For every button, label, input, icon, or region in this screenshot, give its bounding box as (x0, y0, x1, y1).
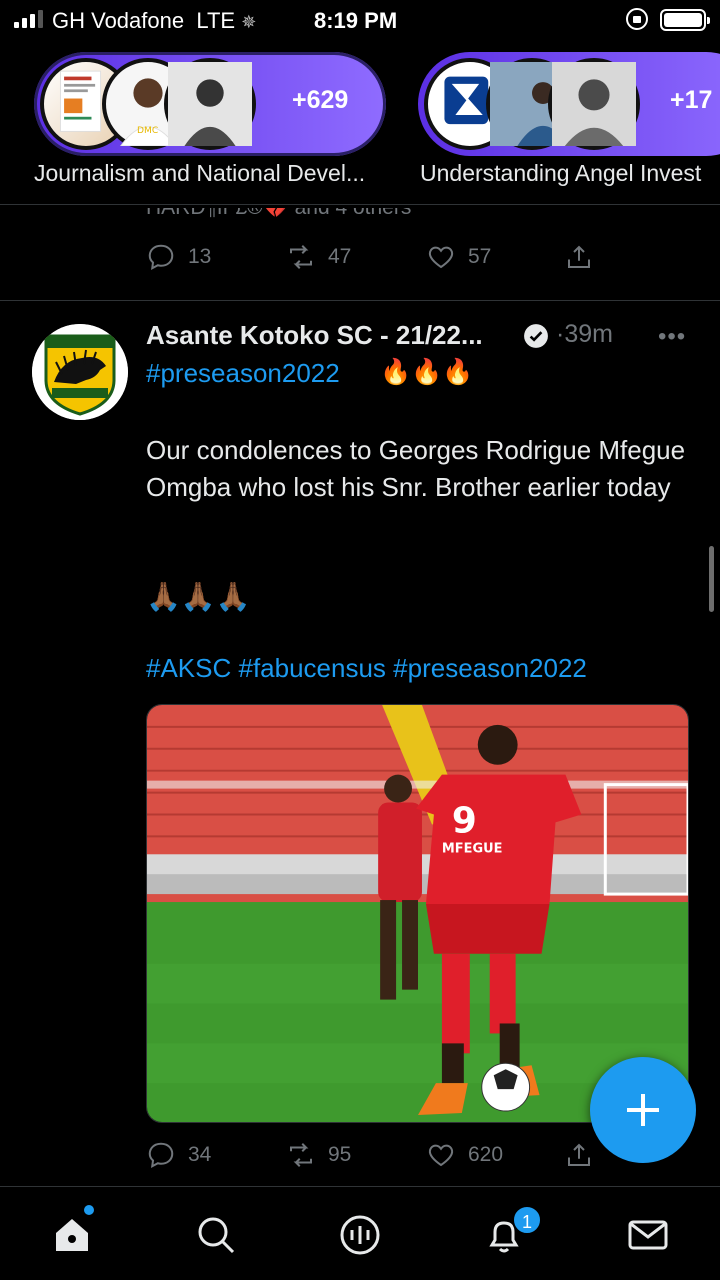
prayer-emojis: 🙏🏾🙏🏾🙏🏾 (146, 581, 251, 612)
hashtag-links[interactable]: #AKSC #fabucensus #preseason2022 (146, 653, 587, 684)
kotoko-avatar[interactable] (32, 324, 128, 420)
retweet-action[interactable]: 95 (286, 1140, 351, 1170)
retweet-count: 47 (328, 245, 352, 268)
reply-action[interactable]: 13 (146, 242, 211, 272)
svg-text:DMC: DMC (137, 126, 158, 136)
notification-badge: 1 (512, 1205, 542, 1235)
more-options-icon[interactable]: ••• (658, 323, 686, 351)
tweet-body-text: Our condolences to Georges Rodrigue Mfeg… (146, 435, 686, 502)
jersey-number: 9 (452, 800, 477, 841)
tweet-divider (0, 300, 720, 301)
like-count: 620 (468, 1143, 504, 1166)
heart-icon (428, 246, 454, 269)
reply-icon (148, 1142, 174, 1169)
loading-spinner-icon: ✵ (241, 12, 257, 32)
status-clock: 8:19 PM (314, 8, 398, 33)
bottom-navigation: 1 (0, 1186, 720, 1280)
spaces-bar: DMC +629 +17 Journalism and National Dev… (0, 40, 720, 205)
verified-badge-icon (524, 324, 548, 348)
scrollbar[interactable] (709, 546, 714, 612)
mail-icon (628, 1220, 668, 1250)
space-avatar-3 (164, 58, 256, 150)
tweet-photo[interactable]: 9 MFEGUE (146, 704, 689, 1123)
space-title[interactable]: Journalism and National Devel... (34, 160, 365, 187)
signal-icon (14, 10, 43, 28)
compose-tweet-button[interactable] (590, 1057, 696, 1163)
reply-count: 34 (188, 1143, 212, 1166)
carrier-label: GH Vodafone LTE ✵ (52, 8, 257, 33)
home-new-indicator (84, 1205, 94, 1215)
nav-messages[interactable] (626, 1213, 670, 1257)
fire-emojis: 🔥🔥🔥 (380, 358, 474, 386)
space-card-journalism[interactable]: DMC +629 (34, 52, 386, 156)
like-action[interactable]: 57 (426, 242, 491, 272)
share-action[interactable] (564, 1140, 594, 1170)
share-action[interactable] (564, 242, 594, 272)
space-listener-count: +17 (670, 86, 713, 114)
heart-icon (428, 1144, 454, 1167)
rotation-lock-icon (626, 8, 648, 30)
nav-spaces[interactable] (338, 1213, 382, 1257)
reply-action[interactable]: 34 (146, 1140, 211, 1170)
space-avatar-6 (548, 58, 640, 150)
space-card-angel-investing[interactable]: +17 (418, 52, 720, 156)
like-action[interactable]: 620 (426, 1140, 503, 1170)
nav-search[interactable] (194, 1213, 238, 1257)
battery-icon (660, 9, 710, 31)
retweet-icon (290, 245, 312, 269)
jersey-name: MFEGUE (442, 841, 503, 856)
spaces-icon (340, 1215, 380, 1255)
hashtag-link[interactable]: #preseason2022 (146, 358, 340, 389)
like-count: 57 (468, 245, 492, 268)
retweet-action[interactable]: 47 (286, 242, 351, 272)
retweet-icon (290, 1143, 312, 1167)
share-icon (568, 245, 590, 268)
kotoko-logo-icon (32, 324, 128, 420)
retweet-count: 95 (328, 1143, 352, 1166)
space-title[interactable]: Understanding Angel Invest (420, 160, 701, 187)
search-icon (198, 1217, 235, 1254)
tweet-author-name[interactable]: Asante Kotoko SC - 21/22... (146, 320, 483, 351)
space-listener-count: +629 (292, 86, 349, 114)
tweet-timestamp[interactable]: ·39m (556, 320, 613, 349)
nav-home[interactable] (50, 1213, 94, 1257)
status-bar: GH Vodafone LTE ✵ 8:19 PM (0, 0, 720, 40)
share-icon (568, 1143, 590, 1166)
reply-icon (148, 244, 174, 271)
reply-count: 13 (188, 245, 212, 268)
home-icon (56, 1219, 88, 1251)
